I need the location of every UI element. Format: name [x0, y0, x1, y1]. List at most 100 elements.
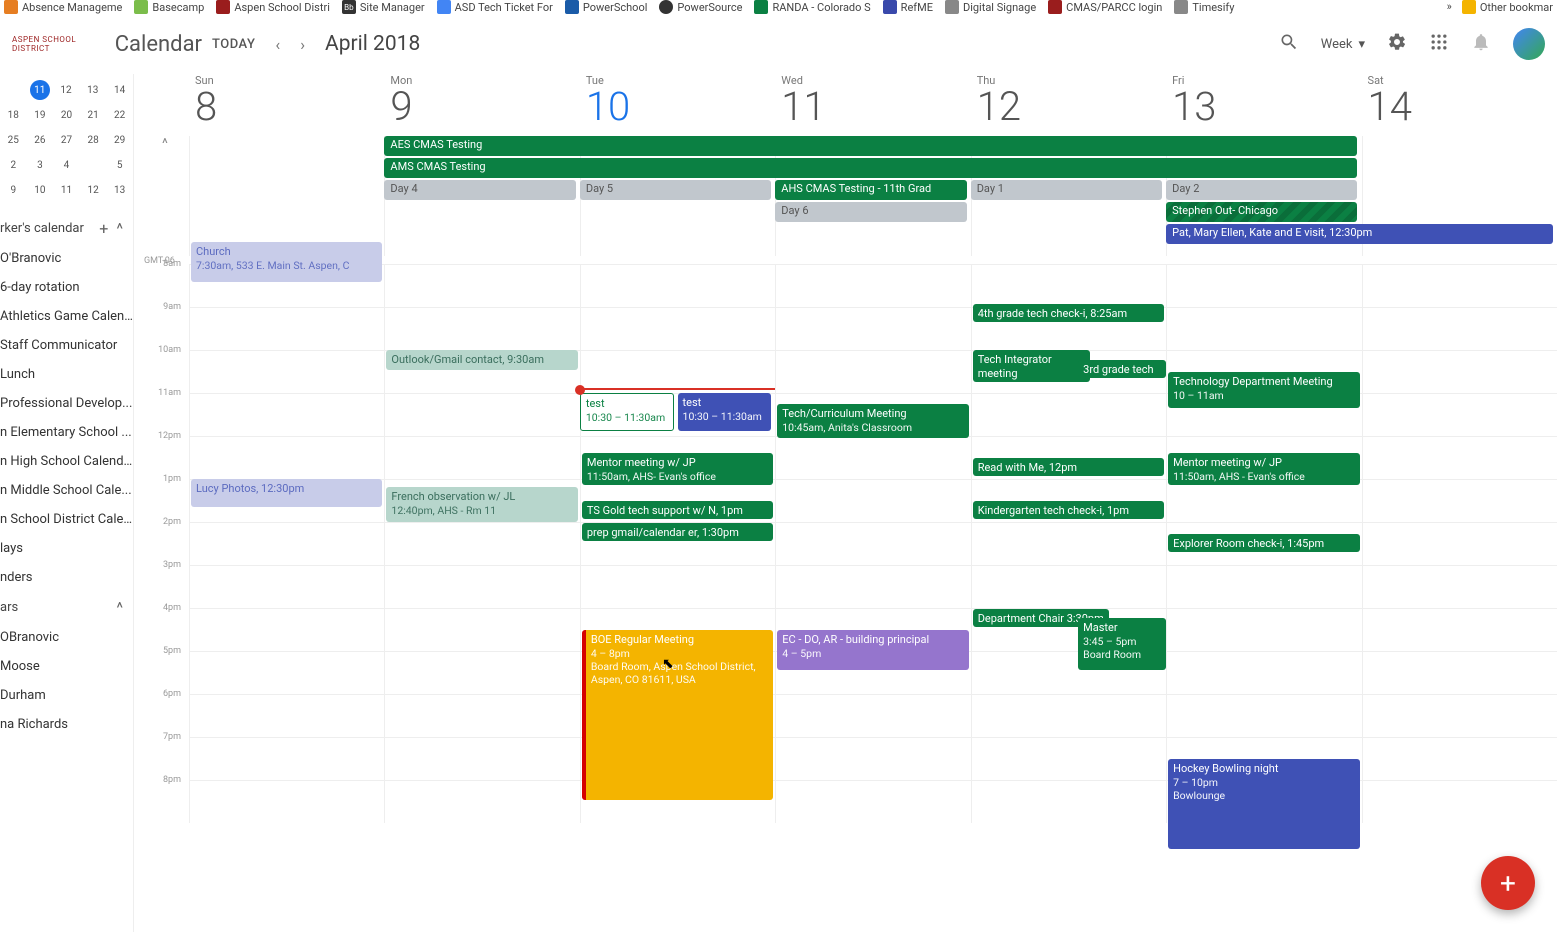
time-cell[interactable] [1166, 651, 1361, 694]
time-cell[interactable] [384, 307, 579, 350]
next-period-button[interactable]: › [300, 35, 305, 54]
time-cell[interactable] [189, 522, 384, 565]
time-cell[interactable] [1362, 608, 1557, 651]
time-cell[interactable] [1362, 737, 1557, 780]
time-cell[interactable] [1362, 436, 1557, 479]
mini-cal-day[interactable]: 10 [27, 178, 54, 203]
time-cell[interactable] [1166, 608, 1361, 651]
mini-cal-day[interactable]: 26 [27, 128, 54, 153]
mini-cal-day[interactable]: 28 [80, 128, 107, 153]
allday-collapse-icon[interactable]: ^ [162, 136, 168, 152]
time-cell[interactable] [384, 522, 579, 565]
calendar-list-item[interactable]: Lunch [0, 360, 133, 389]
time-cell[interactable] [1166, 479, 1361, 522]
time-cell[interactable] [384, 737, 579, 780]
time-cell[interactable] [1362, 565, 1557, 608]
calendar-list-item[interactable]: Professional Develop... [0, 389, 133, 418]
time-cell[interactable] [971, 780, 1166, 823]
time-cell[interactable] [971, 565, 1166, 608]
search-icon[interactable] [1279, 32, 1299, 56]
time-cell[interactable] [1362, 479, 1557, 522]
chevron-up-icon[interactable]: ^ [116, 598, 123, 617]
time-cell[interactable] [189, 565, 384, 608]
time-grid[interactable]: 8am9am10am11am12pm1pm2pm3pm4pm5pm6pm7pm8… [134, 264, 1557, 823]
allday-event[interactable]: Stephen Out- Chicago [1166, 202, 1357, 222]
mini-cal-day[interactable]: 11 [53, 178, 80, 203]
bookmark-item[interactable]: Absence Manageme [4, 0, 122, 14]
calendar-event[interactable]: Mentor meeting w/ JP11:50am, AHS - Evan'… [1168, 453, 1359, 485]
time-cell[interactable] [775, 522, 970, 565]
mini-cal-day[interactable]: 22 [106, 103, 133, 128]
mini-cal-day[interactable]: 11 [30, 80, 50, 100]
time-cell[interactable] [971, 737, 1166, 780]
mini-cal-day[interactable] [0, 78, 27, 103]
calendar-list-item[interactable]: nders [0, 563, 133, 592]
calendar-event[interactable]: Lucy Photos, 12:30pm [191, 479, 382, 507]
allday-event[interactable]: Day 5 [580, 180, 771, 200]
calendar-event[interactable]: Tech Integrator meeting9:30am, AMS - [973, 350, 1090, 382]
bookmark-item[interactable]: PowerSchool [565, 0, 648, 14]
time-cell[interactable] [971, 694, 1166, 737]
calendar-event[interactable]: Kindergarten tech check-i, 1pm [973, 501, 1164, 519]
time-cell[interactable] [775, 307, 970, 350]
allday-area[interactable]: ^ AES CMAS TestingAMS CMAS TestingDay 4D… [134, 136, 1557, 256]
apps-icon[interactable] [1429, 32, 1449, 56]
bookmark-item[interactable]: CMAS/PARCC login [1048, 0, 1162, 14]
bookmark-item[interactable]: Digital Signage [945, 0, 1036, 14]
mini-cal-day[interactable]: 2 [0, 153, 27, 178]
calendar-event[interactable]: French observation w/ JL12:40pm, AHS - R… [386, 487, 577, 522]
mini-cal-day[interactable]: 13 [106, 178, 133, 203]
time-cell[interactable] [580, 264, 775, 307]
bookmark-item[interactable]: BbSite Manager [342, 0, 425, 14]
calendar-event[interactable]: 3rd grade tech c [1078, 360, 1166, 378]
allday-event[interactable]: AMS CMAS Testing [384, 158, 1357, 178]
time-cell[interactable] [580, 565, 775, 608]
day-header[interactable]: Fri13 [1166, 74, 1361, 136]
allday-event[interactable]: AHS CMAS Testing - 11th Grad [775, 180, 966, 200]
mini-cal-day[interactable]: 18 [0, 103, 27, 128]
gear-icon[interactable] [1387, 32, 1407, 56]
time-cell[interactable] [1166, 264, 1361, 307]
bookmark-item[interactable]: RefME [883, 0, 933, 14]
calendar-event[interactable]: Tech/Curriculum Meeting10:45am, Anita's … [777, 404, 968, 438]
time-cell[interactable] [1362, 307, 1557, 350]
calendar-event[interactable]: TS Gold tech support w/ N, 1pm [582, 501, 773, 519]
mini-cal-day[interactable] [80, 153, 107, 178]
calendar-list-item[interactable]: Durham [0, 681, 133, 710]
day-header[interactable]: Tue10 [580, 74, 775, 136]
bookmark-item[interactable]: Aspen School Distri [216, 0, 330, 14]
time-cell[interactable] [1362, 694, 1557, 737]
time-cell[interactable] [1166, 694, 1361, 737]
allday-event[interactable]: Day 6 [775, 202, 966, 222]
bookmark-item[interactable]: RANDA - Colorado S [754, 0, 870, 14]
time-cell[interactable] [580, 307, 775, 350]
time-cell[interactable] [189, 608, 384, 651]
mini-cal-day[interactable]: 13 [79, 78, 106, 103]
calendar-event[interactable]: Hockey Bowling night7 – 10pmBowlounge [1168, 759, 1359, 849]
allday-event[interactable]: Day 4 [384, 180, 575, 200]
bookmark-item[interactable]: PowerSource [659, 0, 742, 14]
chevron-up-icon[interactable]: ^ [116, 219, 123, 238]
account-avatar[interactable] [1513, 28, 1545, 60]
time-cell[interactable] [971, 393, 1166, 436]
day-header[interactable]: Wed11 [775, 74, 970, 136]
time-cell[interactable] [1362, 522, 1557, 565]
calendar-list-item[interactable]: n High School Calend... [0, 447, 133, 476]
calendar-event[interactable]: Outlook/Gmail contact, 9:30am [386, 350, 577, 370]
time-cell[interactable] [775, 780, 970, 823]
time-cell[interactable] [384, 436, 579, 479]
day-header[interactable]: Sun8 [189, 74, 384, 136]
calendar-event[interactable]: Mentor meeting w/ JP11:50am, AHS- Evan's… [582, 453, 773, 485]
calendar-event[interactable]: prep gmail/calendar er, 1:30pm [582, 523, 773, 541]
mini-cal-day[interactable]: 27 [53, 128, 80, 153]
calendar-event[interactable]: BOE Regular Meeting4 – 8pmBoard Room, As… [582, 630, 773, 800]
time-cell[interactable] [1362, 264, 1557, 307]
calendar-event[interactable]: Read with Me, 12pm [973, 458, 1164, 476]
mini-cal-day[interactable]: 12 [80, 178, 107, 203]
my-calendars-header[interactable]: rker's calendar +^ [0, 213, 133, 244]
prev-period-button[interactable]: ‹ [275, 35, 280, 54]
mini-cal-day[interactable]: 4 [53, 153, 80, 178]
time-cell[interactable] [775, 694, 970, 737]
mini-cal-day[interactable]: 9 [0, 178, 27, 203]
bookmark-item[interactable]: ASD Tech Ticket For [437, 0, 553, 14]
